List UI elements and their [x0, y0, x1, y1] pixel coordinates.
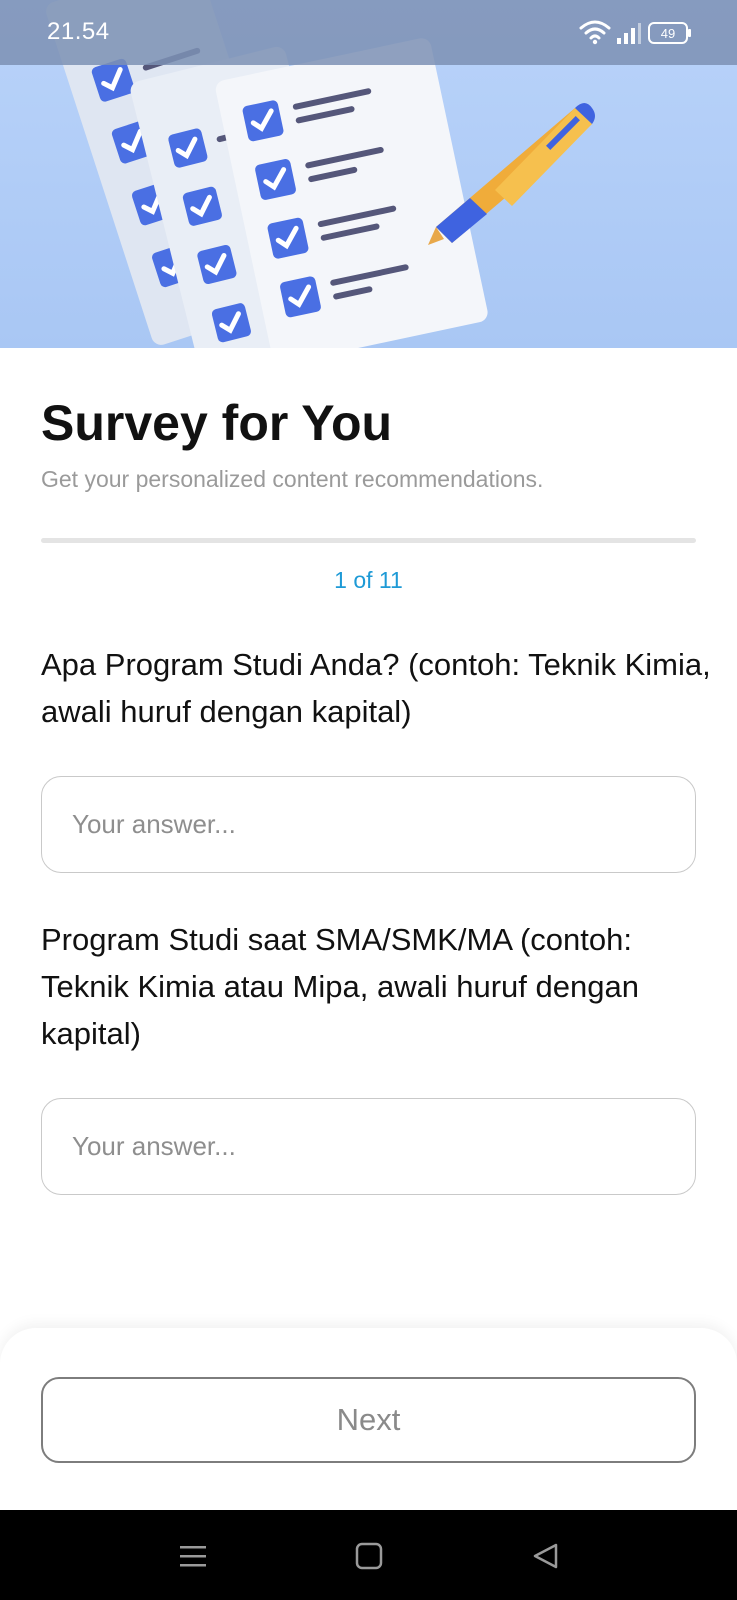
bottom-action-panel: Next — [0, 1328, 737, 1510]
status-time: 21.54 — [47, 18, 110, 45]
page-title: Survey for You — [41, 395, 393, 451]
page-subtitle: Get your personalized content recommenda… — [41, 466, 544, 492]
wifi-icon — [579, 20, 611, 45]
step-counter: 1 of 11 — [334, 567, 403, 593]
battery-level: 49 — [661, 26, 675, 41]
question-2-answer-input[interactable] — [41, 1098, 696, 1195]
signal-icon — [617, 23, 641, 44]
status-icons: 49 — [579, 18, 693, 48]
question-1-answer-input[interactable] — [41, 776, 696, 873]
question-2-label: Program Studi saat SMA/SMK/MA (contoh: T… — [41, 922, 639, 1051]
survey-progress-bar — [41, 538, 696, 543]
next-button[interactable]: Next — [41, 1377, 696, 1463]
system-navigation-bar — [0, 1510, 737, 1600]
home-icon[interactable] — [354, 1542, 384, 1570]
status-bar: 21.54 49 — [0, 0, 737, 65]
battery-icon: 49 — [648, 22, 691, 44]
back-icon[interactable] — [530, 1542, 560, 1570]
menu-icon[interactable] — [178, 1542, 208, 1570]
question-1-label: Apa Program Studi Anda? (contoh: Teknik … — [41, 647, 711, 729]
